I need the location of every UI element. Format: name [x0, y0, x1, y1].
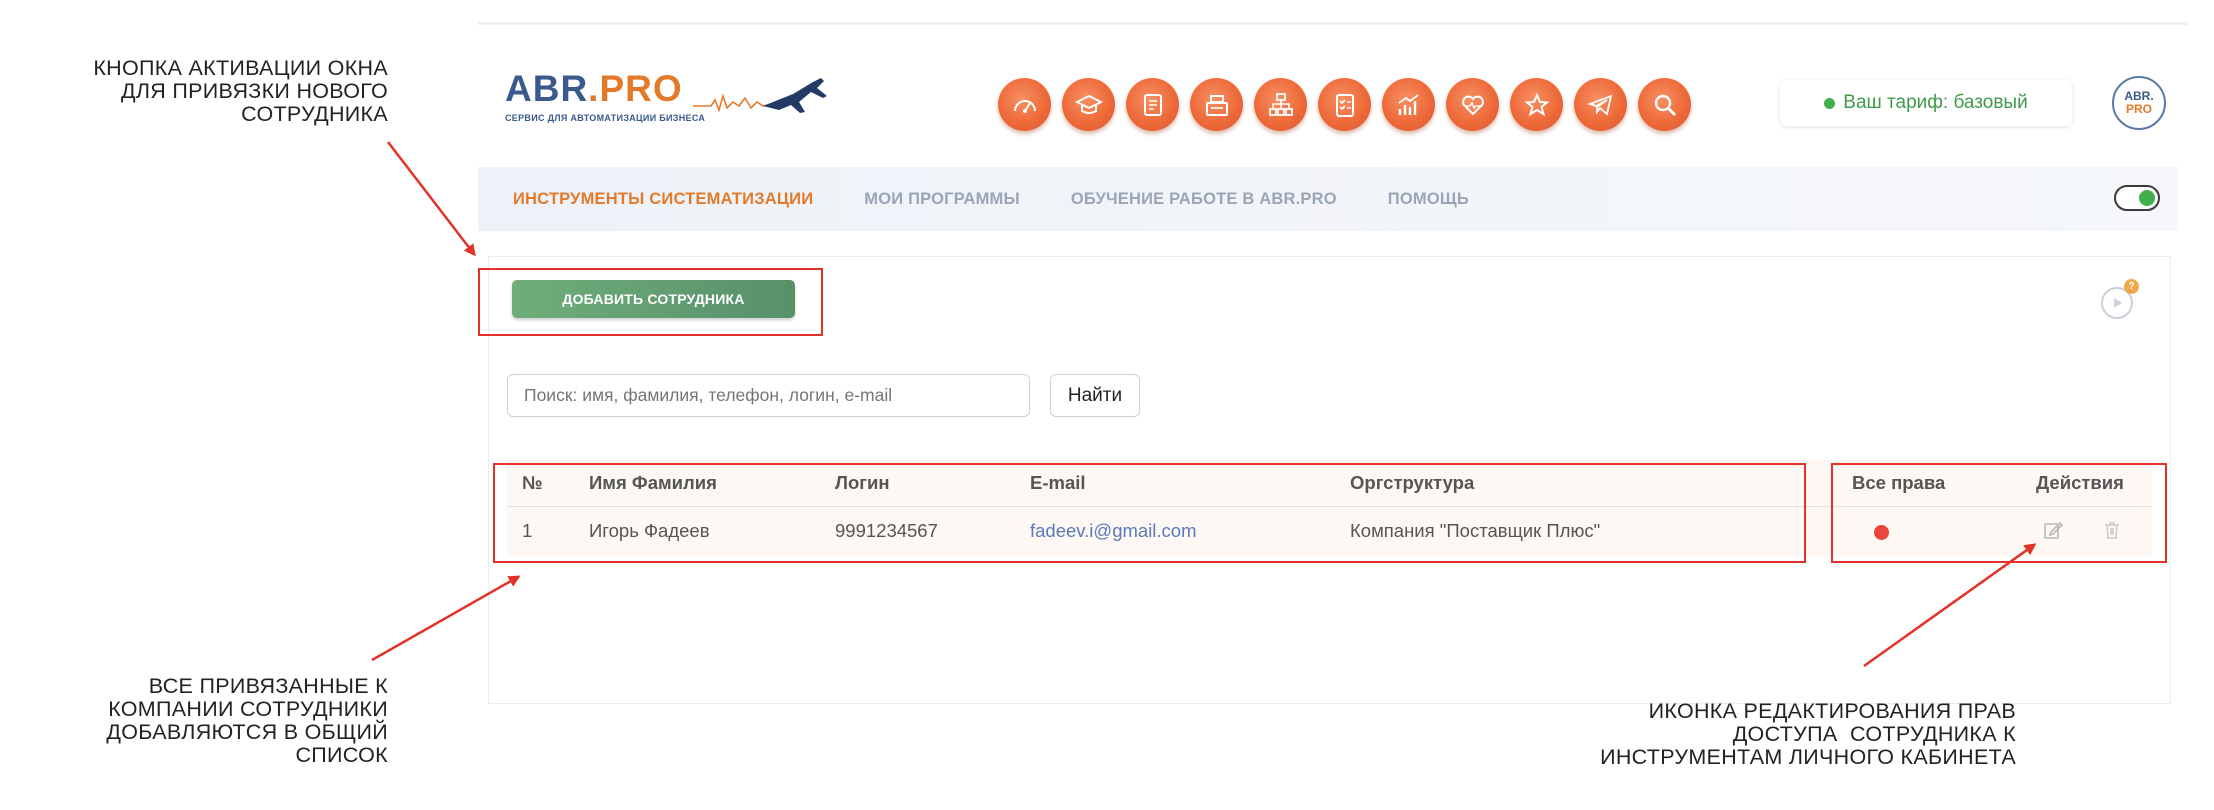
main-menu: Инструменты систематизации Мои программы…: [478, 167, 2178, 231]
tariff-status-dot: [1824, 97, 1836, 109]
annotation-add-button: Кнопка активации окна для привязки новог…: [20, 57, 388, 126]
annotation-line: инструментам личного кабинета: [1600, 745, 2016, 769]
search-button[interactable]: Найти: [1050, 374, 1140, 417]
annotation-line: список: [295, 743, 388, 767]
annotation-line: для привязки нового: [121, 79, 388, 103]
tariff-badge[interactable]: Ваш тариф: базовый: [1780, 80, 2072, 126]
telegram-icon[interactable]: [1574, 78, 1627, 131]
avatar-line-2: PRO: [2125, 102, 2152, 116]
menu-item-training[interactable]: Обучение работе в ABR.PRO: [1071, 190, 1337, 209]
theme-toggle[interactable]: [2114, 185, 2160, 211]
toggle-knob: [2139, 190, 2155, 206]
annotation-line: добавляются в общий: [106, 720, 388, 744]
org-chart-icon[interactable]: [1254, 78, 1307, 131]
star-icon[interactable]: [1510, 78, 1563, 131]
checklist-icon[interactable]: [1318, 78, 1371, 131]
logo-subtitle: СЕРВИС ДЛЯ АВТОМАТИЗАЦИИ БИЗНЕСА: [505, 113, 706, 123]
heart-icon[interactable]: [1446, 78, 1499, 131]
menu-item-help[interactable]: Помощь: [1388, 190, 1469, 209]
user-avatar[interactable]: ABR. PRO: [2112, 76, 2166, 130]
highlight-rights-actions: [1831, 463, 2167, 563]
logo-text: ABR.PRO: [505, 68, 683, 109]
annotation-line: сотрудника: [241, 102, 388, 126]
graduation-cap-icon[interactable]: [1062, 78, 1115, 131]
cash-register-icon[interactable]: [1190, 78, 1243, 131]
annotation-employee-list: Все привязанные к компании сотрудники до…: [20, 675, 388, 767]
annotation-edit-icon: Иконка редактирования прав доступа сотру…: [1420, 700, 2016, 769]
annotation-line: Иконка редактирования прав: [1648, 699, 2016, 723]
highlight-employee-list: [493, 463, 1806, 563]
annotation-line: Все привязанные к: [148, 674, 388, 698]
book-icon[interactable]: [1126, 78, 1179, 131]
employee-search-input[interactable]: [507, 374, 1030, 417]
arrow-to-add-button: [387, 141, 476, 257]
menu-item-tools[interactable]: Инструменты систематизации: [513, 190, 813, 209]
plane-logo-icon: [693, 78, 827, 113]
play-icon: [2114, 298, 2122, 308]
highlight-add-button: [478, 268, 823, 336]
annotation-line: Кнопка активации окна: [93, 56, 388, 80]
annotation-line: доступа сотрудника к: [1732, 722, 2016, 746]
menu-item-my-programs[interactable]: Мои программы: [864, 190, 1020, 209]
abr-pro-logo[interactable]: ABR.PRO СЕРВИС ДЛЯ АВТОМАТИЗАЦИИ БИЗНЕСА: [505, 68, 835, 128]
search-icon[interactable]: [1638, 78, 1691, 131]
help-badge: ?: [2124, 279, 2139, 294]
screenshot-stage: ABR.PRO СЕРВИС ДЛЯ АВТОМАТИЗАЦИИ БИЗНЕСА: [0, 0, 2214, 810]
speedometer-icon[interactable]: [998, 78, 1051, 131]
tariff-label: Ваш тариф: базовый: [1843, 92, 2028, 113]
annotation-line: компании сотрудники: [108, 697, 388, 721]
nav-icon-bar: [998, 78, 1691, 131]
growth-chart-icon[interactable]: [1382, 78, 1435, 131]
top-divider: [478, 22, 2188, 25]
